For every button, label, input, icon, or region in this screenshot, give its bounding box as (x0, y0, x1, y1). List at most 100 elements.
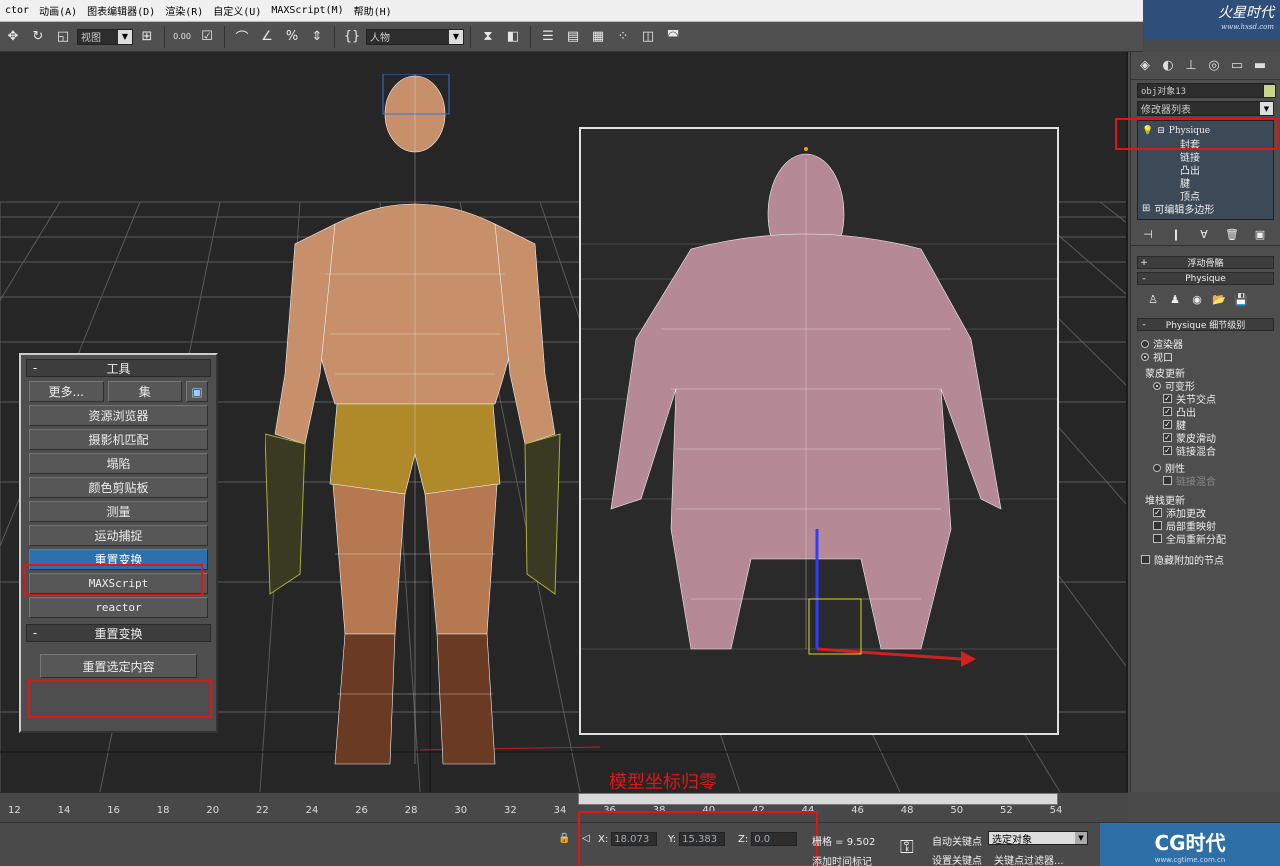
sets-button[interactable]: 集 (107, 381, 182, 402)
stack-item-physique[interactable]: 💡 ⊟ Physique (1142, 124, 1269, 137)
stack-item-editable-poly[interactable]: ⊞ 可编辑多边形 (1142, 202, 1269, 216)
remove-modifier-icon[interactable]: 🗑 (1223, 227, 1241, 243)
collapse-icon: - (1142, 319, 1146, 330)
open-file-icon[interactable]: 📂 (1211, 291, 1227, 307)
display-tab-icon[interactable]: ▭ (1227, 56, 1247, 76)
measure-button[interactable]: 测量 (29, 501, 208, 522)
ogre-character-model[interactable] (581, 129, 1059, 735)
menu-item-animation[interactable]: 动画(A) (34, 3, 82, 18)
absolute-mode-icon[interactable]: ◁ (582, 833, 590, 844)
modify-tab-icon[interactable]: ◐ (1158, 56, 1178, 76)
select-manipulate-icon[interactable]: ☑ (196, 26, 218, 48)
object-name-field[interactable]: obj对象13 (1137, 83, 1274, 98)
menu-item-customize[interactable]: 自定义(U) (208, 3, 266, 18)
rotate-icon[interactable]: ↻ (27, 26, 49, 48)
set-key-button[interactable]: 设置关键点 (932, 852, 982, 866)
menu-item-graph-editors[interactable]: 图表编辑器(D) (82, 3, 160, 18)
physique-rollout[interactable]: - Physique (1137, 272, 1274, 285)
snap-value[interactable]: 0.00 (171, 26, 193, 48)
auto-key-button[interactable]: 自动关键点 (932, 833, 982, 848)
menu-item-maxscript[interactable]: MAXScript(M) (266, 5, 348, 16)
reference-coord-select[interactable]: 视图 ▼ (77, 28, 133, 45)
global-redistribute-checkbox[interactable]: 全局重新分配 (1131, 532, 1280, 546)
expand-icon[interactable]: ⊟ (1157, 126, 1165, 136)
joint-intersections-checkbox[interactable]: ✓ 关节交点 (1131, 392, 1280, 406)
spinner-snap-icon[interactable]: ⇕ (306, 26, 328, 48)
motion-tab-icon[interactable]: ◎ (1204, 56, 1224, 76)
named-selection-select[interactable]: 人物 ▼ (366, 28, 464, 45)
reinitialize-icon[interactable]: ♟ (1167, 291, 1183, 307)
menu-item-help[interactable]: 帮助(H) (349, 3, 397, 18)
key-filters-button[interactable]: 关键点过滤器... (994, 852, 1064, 866)
object-color-swatch[interactable] (1263, 84, 1276, 98)
configure-modifier-sets-icon[interactable]: ▣ (1251, 227, 1269, 243)
align-icon[interactable]: ◧ (502, 26, 524, 48)
render-setup-icon[interactable]: ◫ (637, 26, 659, 48)
float-bones-rollout[interactable]: + 浮动骨骼 (1137, 256, 1274, 269)
reset-xform-rollout-header[interactable]: - 重置变换 (26, 624, 211, 642)
percent-snap-icon[interactable]: % (281, 26, 303, 48)
edit-named-selection-icon[interactable]: {} (341, 26, 363, 48)
timeline[interactable]: 12 14 16 18 20 22 24 26 28 30 32 34 36 38 40 42 44 46 48 50… (0, 792, 1128, 822)
pivot-center-icon[interactable]: ⊞ (136, 26, 158, 48)
attach-to-node-icon[interactable]: ♙ (1145, 291, 1161, 307)
quick-render-icon[interactable]: ◚ (662, 26, 684, 48)
stack-subitem-tendon[interactable]: 腱 (1142, 176, 1269, 190)
level-of-detail-rollout[interactable]: - Physique 细节级别 (1137, 318, 1274, 331)
curve-editor-icon[interactable]: ▤ (562, 26, 584, 48)
snap-toggle-icon[interactable]: ⌒ (231, 26, 253, 48)
add-time-tag-button[interactable]: 添加时间标记 (812, 853, 872, 866)
reset-selected-button[interactable]: 重置选定内容 (40, 654, 197, 678)
y-input[interactable]: 15.383 (679, 832, 726, 846)
reset-xform-button[interactable]: 重置变换 (29, 549, 208, 570)
motion-capture-button[interactable]: 运动捕捉 (29, 525, 208, 546)
create-bulge-icon[interactable]: ◉ (1189, 291, 1205, 307)
asset-browser-button[interactable]: 资源浏览器 (29, 405, 208, 426)
key-mode-select[interactable]: 选定对象 ▼ (988, 831, 1088, 846)
configure-sets-icon[interactable]: ▣ (186, 381, 208, 402)
x-input[interactable]: 18.073 (611, 832, 658, 846)
rigid-link-blending-checkbox[interactable]: 链接混合 (1131, 474, 1280, 488)
stack-subitem-link[interactable]: 链接 (1142, 150, 1269, 164)
material-editor-icon[interactable]: ⁘ (612, 26, 634, 48)
expand-icon[interactable]: ⊞ (1142, 203, 1150, 214)
modifier-list-dropdown[interactable]: 修改器列表 ▼ (1137, 101, 1274, 116)
camera-match-button[interactable]: 摄影机匹配 (29, 429, 208, 450)
inset-viewport[interactable] (579, 127, 1059, 735)
link-blending-checkbox[interactable]: ✓ 链接混合 (1131, 444, 1280, 458)
stack-subitem-envelope[interactable]: 封套 (1142, 137, 1269, 151)
create-tab-icon[interactable]: ◈ (1135, 56, 1155, 76)
key-icon[interactable]: ⚿ (900, 837, 914, 858)
layer-manager-icon[interactable]: ☰ (537, 26, 559, 48)
stack-subitem-bulge[interactable]: 凸出 (1142, 163, 1269, 177)
pin-stack-icon[interactable]: ⊣ (1139, 227, 1157, 243)
angle-snap-icon[interactable]: ∠ (256, 26, 278, 48)
show-end-result-icon[interactable]: ❙ (1167, 227, 1185, 243)
reactor-button[interactable]: reactor (29, 597, 208, 618)
more-button[interactable]: 更多... (29, 381, 104, 402)
warrior-character-model[interactable] (265, 74, 565, 774)
watermark-logo-text: 火星时代 (1218, 5, 1274, 21)
save-file-icon[interactable]: 💾 (1233, 291, 1249, 307)
z-input[interactable]: 0.0 (751, 832, 798, 846)
schematic-view-icon[interactable]: ▦ (587, 26, 609, 48)
hierarchy-tab-icon[interactable]: ⊥ (1181, 56, 1201, 76)
move-icon[interactable]: ✥ (2, 26, 24, 48)
tools-rollout-header[interactable]: - 工具 (26, 359, 211, 377)
lightbulb-icon[interactable]: 💡 (1142, 126, 1153, 136)
color-clipboard-button[interactable]: 颜色剪贴板 (29, 477, 208, 498)
hide-attached-nodes-checkbox[interactable]: 隐藏附加的节点 (1131, 553, 1280, 567)
viewport-radio[interactable]: 视口 (1131, 350, 1280, 364)
utilities-tab-icon[interactable]: ▬ (1250, 56, 1270, 76)
mirror-icon[interactable]: ⧗ (477, 26, 499, 48)
make-unique-icon[interactable]: ∀ (1195, 227, 1213, 243)
maxscript-button[interactable]: MAXScript (29, 573, 208, 594)
scale-icon[interactable]: ◱ (52, 26, 74, 48)
perspective-viewport[interactable]: 模型坐标归零 - 工具 更多... 集 ▣ 资源浏览器 摄影机匹配 塌陷 颜色剪… (0, 52, 1128, 792)
menu-item-rendering[interactable]: 渲染(R) (160, 3, 208, 18)
menu-item-reactor[interactable]: ctor (0, 5, 34, 16)
collapse-button[interactable]: 塌陷 (29, 453, 208, 474)
bulge-checkbox[interactable]: ✓ 凸出 (1131, 405, 1280, 419)
lock-selection-icon[interactable]: 🔒 (558, 833, 570, 844)
time-slider[interactable] (578, 793, 1058, 805)
